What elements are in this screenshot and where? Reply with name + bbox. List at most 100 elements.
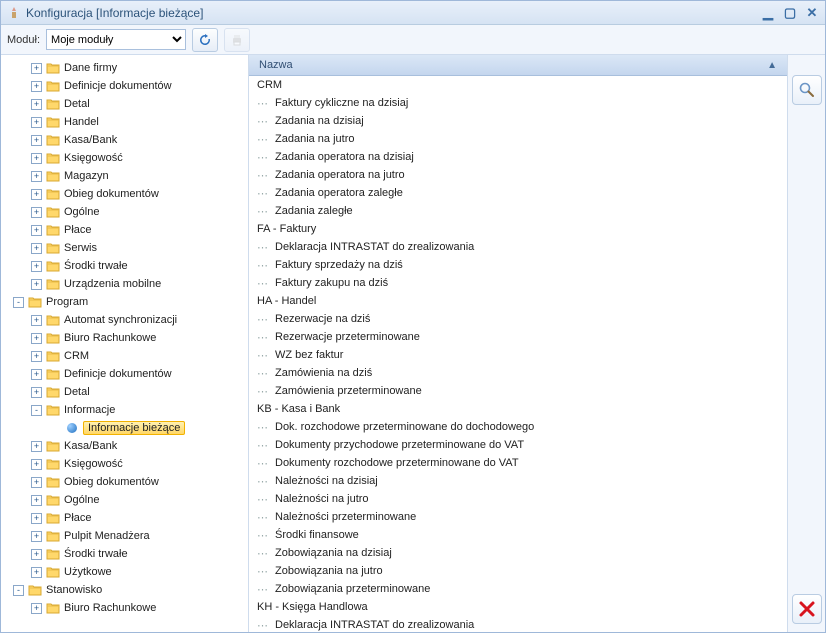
tree-item[interactable]: +Obieg dokumentów	[7, 185, 248, 203]
list-header[interactable]: Nazwa ▲	[249, 55, 787, 76]
tree-item[interactable]: +Płace	[7, 509, 248, 527]
expand-icon[interactable]: +	[31, 171, 42, 182]
expand-icon[interactable]: +	[31, 513, 42, 524]
expand-icon[interactable]: +	[31, 225, 42, 236]
tree-item[interactable]: +Biuro Rachunkowe	[7, 329, 248, 347]
list-item[interactable]: ⋯Należności na dzisiaj	[249, 472, 787, 490]
list-item[interactable]: ⋯Zadania zaległe	[249, 202, 787, 220]
tree-item[interactable]: +Definicje dokumentów	[7, 77, 248, 95]
close-button[interactable]: ✕	[805, 5, 819, 21]
list-item[interactable]: ⋯Zamówienia na dziś	[249, 364, 787, 382]
expand-icon[interactable]: +	[31, 549, 42, 560]
tree-item[interactable]: +Płace	[7, 221, 248, 239]
list-group[interactable]: HA - Handel	[249, 292, 787, 310]
list-item[interactable]: ⋯Należności przeterminowane	[249, 508, 787, 526]
tree-item[interactable]: +Detal	[7, 95, 248, 113]
tree-item[interactable]: +Pulpit Menadżera	[7, 527, 248, 545]
expand-icon[interactable]: +	[31, 99, 42, 110]
tree-item[interactable]: +Użytkowe	[7, 563, 248, 581]
tree-item[interactable]: +CRM	[7, 347, 248, 365]
tree-item[interactable]: +Handel	[7, 113, 248, 131]
tree-item[interactable]: +Środki trwałe	[7, 257, 248, 275]
expand-icon[interactable]: +	[31, 477, 42, 488]
cancel-button[interactable]	[792, 594, 822, 624]
list-item[interactable]: ⋯Dokumenty rozchodowe przeterminowane do…	[249, 454, 787, 472]
tree-item[interactable]: +Kasa/Bank	[7, 131, 248, 149]
tree-item[interactable]: Informacje bieżące	[7, 419, 248, 437]
expand-icon[interactable]: +	[31, 63, 42, 74]
tree-item[interactable]: +Ogólne	[7, 203, 248, 221]
tree-item[interactable]: +Księgowość	[7, 455, 248, 473]
tree-item[interactable]: +Urządzenia mobilne	[7, 275, 248, 293]
list-item[interactable]: ⋯Zadania operatora zaległe	[249, 184, 787, 202]
expand-icon[interactable]: +	[31, 351, 42, 362]
list-item[interactable]: ⋯Zadania na jutro	[249, 130, 787, 148]
tree-item[interactable]: +Magazyn	[7, 167, 248, 185]
list-item[interactable]: ⋯Należności na jutro	[249, 490, 787, 508]
tree-item[interactable]: +Definicje dokumentów	[7, 365, 248, 383]
expand-icon[interactable]: +	[31, 369, 42, 380]
list-item[interactable]: ⋯Deklaracja INTRASTAT do zrealizowania	[249, 238, 787, 256]
module-select[interactable]: Moje moduły	[46, 29, 186, 50]
tree-scroll[interactable]: +Dane firmy+Definicje dokumentów+Detal+H…	[1, 55, 248, 632]
list-body[interactable]: CRM⋯Faktury cykliczne na dzisiaj⋯Zadania…	[249, 76, 787, 632]
list-item[interactable]: ⋯Dokumenty przychodowe przeterminowane d…	[249, 436, 787, 454]
expand-icon[interactable]: +	[31, 459, 42, 470]
expand-icon[interactable]: +	[31, 153, 42, 164]
expand-icon[interactable]: +	[31, 495, 42, 506]
list-item[interactable]: ⋯Zamówienia przeterminowane	[249, 382, 787, 400]
list-item[interactable]: ⋯Dok. rozchodowe przeterminowane do doch…	[249, 418, 787, 436]
collapse-icon[interactable]: -	[13, 585, 24, 596]
expand-icon[interactable]: +	[31, 81, 42, 92]
expand-icon[interactable]: +	[31, 567, 42, 578]
maximize-button[interactable]: ▢	[783, 5, 797, 21]
tree-item[interactable]: +Kasa/Bank	[7, 437, 248, 455]
list-item[interactable]: ⋯Rezerwacje na dziś	[249, 310, 787, 328]
list-item[interactable]: ⋯Rezerwacje przeterminowane	[249, 328, 787, 346]
tree-item[interactable]: +Dane firmy	[7, 59, 248, 77]
tree-item[interactable]: +Środki trwałe	[7, 545, 248, 563]
minimize-button[interactable]: ▁	[761, 5, 775, 21]
list-group[interactable]: KH - Księga Handlowa	[249, 598, 787, 616]
refresh-button[interactable]	[192, 28, 218, 52]
list-item[interactable]: ⋯Deklaracja INTRASTAT do zrealizowania	[249, 616, 787, 632]
list-item[interactable]: ⋯Zadania na dzisiaj	[249, 112, 787, 130]
list-item[interactable]: ⋯Faktury zakupu na dziś	[249, 274, 787, 292]
tree-item[interactable]: +Serwis	[7, 239, 248, 257]
list-item[interactable]: ⋯Zobowiązania na jutro	[249, 562, 787, 580]
expand-icon[interactable]: +	[31, 117, 42, 128]
expand-icon[interactable]: +	[31, 207, 42, 218]
list-item[interactable]: ⋯Zadania operatora na jutro	[249, 166, 787, 184]
tree-item[interactable]: +Ogólne	[7, 491, 248, 509]
collapse-icon[interactable]: -	[31, 405, 42, 416]
list-group[interactable]: KB - Kasa i Bank	[249, 400, 787, 418]
collapse-icon[interactable]: -	[13, 297, 24, 308]
list-group[interactable]: CRM	[249, 76, 787, 94]
list-item[interactable]: ⋯Zobowiązania na dzisiaj	[249, 544, 787, 562]
expand-icon[interactable]: +	[31, 333, 42, 344]
expand-icon[interactable]: +	[31, 387, 42, 398]
list-item[interactable]: ⋯Zobowiązania przeterminowane	[249, 580, 787, 598]
expand-icon[interactable]: +	[31, 261, 42, 272]
expand-icon[interactable]: +	[31, 279, 42, 290]
tree-item[interactable]: -Informacje	[7, 401, 248, 419]
tree-item[interactable]: +Księgowość	[7, 149, 248, 167]
expand-icon[interactable]: +	[31, 531, 42, 542]
tree-item[interactable]: +Detal	[7, 383, 248, 401]
expand-icon[interactable]: +	[31, 243, 42, 254]
expand-icon[interactable]: +	[31, 315, 42, 326]
tree-item[interactable]: -Program	[7, 293, 248, 311]
tree-item[interactable]: +Automat synchronizacji	[7, 311, 248, 329]
list-item[interactable]: ⋯WZ bez faktur	[249, 346, 787, 364]
list-group[interactable]: FA - Faktury	[249, 220, 787, 238]
list-item[interactable]: ⋯Faktury sprzedaży na dziś	[249, 256, 787, 274]
expand-icon[interactable]: +	[31, 135, 42, 146]
expand-icon[interactable]: +	[31, 189, 42, 200]
list-item[interactable]: ⋯Środki finansowe	[249, 526, 787, 544]
expand-icon[interactable]: +	[31, 441, 42, 452]
search-button[interactable]	[792, 75, 822, 105]
expand-icon[interactable]: +	[31, 603, 42, 614]
tree-item[interactable]: +Obieg dokumentów	[7, 473, 248, 491]
list-item[interactable]: ⋯Zadania operatora na dzisiaj	[249, 148, 787, 166]
tree-item[interactable]: +Biuro Rachunkowe	[7, 599, 248, 617]
